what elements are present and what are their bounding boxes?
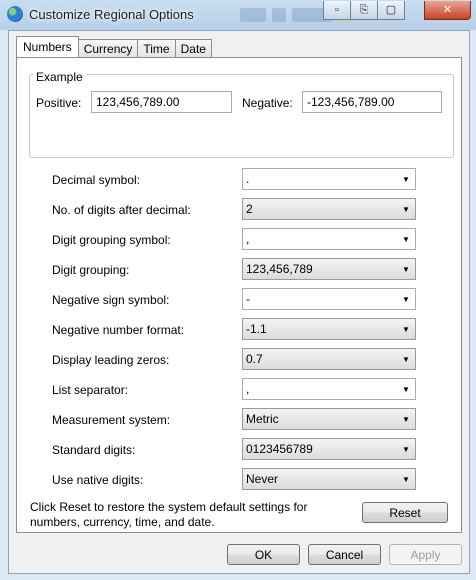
- negative-sign-symbol-label: Negative sign symbol:: [52, 293, 170, 307]
- positive-example-field: 123,456,789.00: [91, 91, 232, 113]
- reset-info-text: Click Reset to restore the system defaul…: [30, 500, 308, 529]
- restore-button[interactable]: ⎘: [350, 1, 378, 20]
- use-native-digits-label: Use native digits:: [52, 473, 144, 487]
- digit-grouping-symbol-combo[interactable]: , ▼: [242, 228, 416, 250]
- digit-grouping-combo[interactable]: 123,456,789 ▼: [242, 258, 416, 280]
- chevron-down-icon: ▼: [402, 294, 410, 304]
- digit-grouping-label: Digit grouping:: [52, 263, 130, 277]
- digits-after-decimal-label: No. of digits after decimal:: [52, 203, 191, 217]
- combo-value: Never: [246, 472, 279, 486]
- decimal-symbol-combo[interactable]: . ▼: [242, 168, 416, 190]
- tab-date[interactable]: Date: [174, 39, 212, 57]
- combo-value: .: [246, 172, 250, 186]
- cancel-button[interactable]: Cancel: [308, 544, 381, 565]
- combo-value: 2: [246, 202, 253, 216]
- close-icon: ✕: [442, 3, 453, 16]
- negative-label: Negative:: [242, 96, 293, 110]
- combo-value: 0123456789: [246, 442, 313, 456]
- close-button[interactable]: ✕: [424, 1, 471, 20]
- window-title: Customize Regional Options: [29, 7, 194, 22]
- restore-icon: ⎘: [359, 3, 369, 16]
- tab-strip: Numbers Currency Time Date: [16, 36, 212, 58]
- combo-value: 0.7: [246, 352, 263, 366]
- combo-value: 123,456,789: [246, 262, 313, 276]
- display-leading-zeros-label: Display leading zeros:: [52, 353, 170, 367]
- example-groupbox: [29, 74, 454, 158]
- chevron-down-icon: ▼: [402, 384, 410, 394]
- standard-digits-label: Standard digits:: [52, 443, 136, 457]
- maximize-icon: ▢: [385, 3, 397, 16]
- negative-sign-symbol-combo[interactable]: - ▼: [242, 288, 416, 310]
- digits-after-decimal-combo[interactable]: 2 ▼: [242, 198, 416, 220]
- chevron-down-icon: ▼: [402, 414, 410, 424]
- apply-button[interactable]: Apply: [389, 544, 462, 565]
- tab-time[interactable]: Time: [137, 39, 176, 57]
- tab-numbers[interactable]: Numbers: [16, 36, 79, 57]
- ok-button[interactable]: OK: [227, 544, 300, 565]
- chevron-down-icon: ▼: [402, 204, 410, 214]
- use-native-digits-combo[interactable]: Never ▼: [242, 468, 416, 490]
- combo-value: ,: [246, 382, 250, 396]
- example-group-label: Example: [33, 70, 86, 84]
- measurement-system-combo[interactable]: Metric ▼: [242, 408, 416, 430]
- chevron-down-icon: ▼: [402, 234, 410, 244]
- chevron-down-icon: ▼: [402, 474, 410, 484]
- chevron-down-icon: ▼: [402, 264, 410, 274]
- combo-value: -: [246, 292, 250, 306]
- measurement-system-label: Measurement system:: [52, 413, 171, 427]
- negative-number-format-combo[interactable]: -1.1 ▼: [242, 318, 416, 340]
- negative-number-format-label: Negative number format:: [52, 323, 185, 337]
- maximize-button[interactable]: ▢: [377, 1, 405, 20]
- standard-digits-combo[interactable]: 0123456789 ▼: [242, 438, 416, 460]
- combo-value: Metric: [246, 412, 279, 426]
- combo-value: ,: [246, 232, 250, 246]
- decimal-symbol-label: Decimal symbol:: [52, 173, 141, 187]
- list-separator-combo[interactable]: , ▼: [242, 378, 416, 400]
- chevron-down-icon: ▼: [402, 174, 410, 184]
- chevron-down-icon: ▼: [402, 354, 410, 364]
- display-leading-zeros-combo[interactable]: 0.7 ▼: [242, 348, 416, 370]
- chevron-down-icon: ▼: [402, 444, 410, 454]
- minimize-button[interactable]: ▫: [323, 1, 351, 20]
- reset-button[interactable]: Reset: [362, 502, 448, 523]
- title-bar[interactable]: Customize Regional Options ▫ ⎘ ▢ ✕: [0, 0, 476, 30]
- digit-grouping-symbol-label: Digit grouping symbol:: [52, 233, 171, 247]
- chevron-down-icon: ▼: [402, 324, 410, 334]
- combo-value: -1.1: [246, 322, 267, 336]
- positive-label: Positive:: [36, 96, 82, 110]
- globe-icon: [7, 6, 23, 22]
- list-separator-label: List separator:: [52, 383, 129, 397]
- minimize-icon: ▫: [335, 3, 339, 16]
- negative-example-field: -123,456,789.00: [302, 91, 442, 113]
- tab-currency[interactable]: Currency: [77, 39, 139, 57]
